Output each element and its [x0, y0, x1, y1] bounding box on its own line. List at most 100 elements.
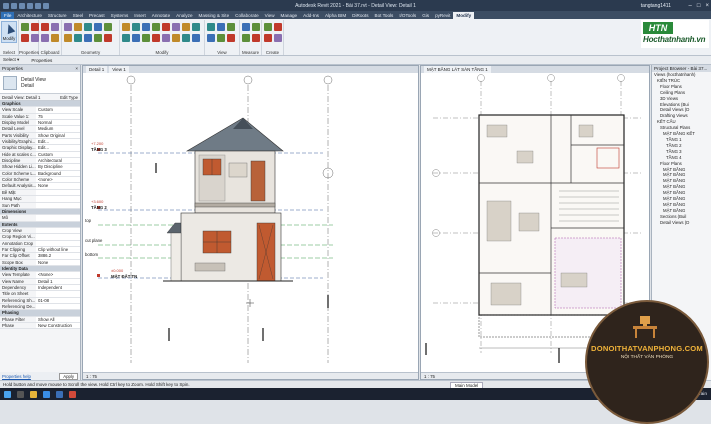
ribbon-tool-icon[interactable] — [51, 34, 59, 42]
property-row[interactable]: Phase New Construction — [0, 323, 80, 330]
browser-item[interactable]: Detail Views (D — [654, 220, 711, 226]
ribbon-tool-icon[interactable] — [192, 23, 200, 31]
properties-label[interactable]: Properties — [31, 58, 52, 63]
property-value[interactable]: Background — [36, 170, 80, 177]
apply-button[interactable]: Apply — [59, 372, 78, 380]
tab-bot-tools[interactable]: Bot Tools — [372, 12, 397, 19]
property-value[interactable]: Custom — [36, 151, 80, 158]
app-icon[interactable] — [69, 390, 76, 398]
tab-steel[interactable]: Steel — [70, 12, 86, 19]
ribbon-tool-icon[interactable] — [74, 23, 82, 31]
ribbon-tool-icon[interactable] — [21, 23, 29, 31]
window-controls[interactable]: – □ × — [689, 3, 709, 9]
tab-add-ins[interactable]: Add-Ins — [300, 12, 322, 19]
ribbon-tool-icon[interactable] — [84, 23, 92, 31]
maximize-icon[interactable]: □ — [697, 3, 701, 9]
tab-precast[interactable]: Precast — [86, 12, 108, 19]
ribbon-tool-icon[interactable] — [182, 23, 190, 31]
windows-start-icon[interactable] — [4, 390, 11, 398]
ribbon-tool-icon[interactable] — [152, 23, 160, 31]
ribbon-tool-icon[interactable] — [51, 23, 59, 31]
plan-view-scale[interactable]: 1 : 75 — [424, 374, 435, 379]
ribbon-tool-icon[interactable] — [31, 34, 39, 42]
property-value[interactable]: 75 — [36, 113, 80, 120]
tab-collaborate[interactable]: Collaborate — [232, 12, 262, 19]
browser-icon[interactable] — [43, 390, 50, 398]
property-value[interactable] — [36, 202, 80, 208]
tab-i-otools[interactable]: I/OTools — [396, 12, 419, 19]
ribbon-tool-icon[interactable] — [252, 23, 260, 31]
tab-view-1[interactable]: View 1 — [109, 66, 129, 73]
property-value[interactable] — [36, 189, 80, 196]
view-scale[interactable]: 1 : 75 — [86, 374, 97, 379]
property-value[interactable] — [36, 304, 80, 310]
ribbon-tool-icon[interactable] — [132, 34, 140, 42]
tab-structure[interactable]: Structure — [45, 12, 70, 19]
ribbon-tool-icon[interactable] — [162, 23, 170, 31]
detail-view-window[interactable]: Detail 1 View 1 TẦNG 3 +7.200 TẦNG 2 +3.… — [82, 65, 419, 380]
property-value[interactable]: Medium — [36, 126, 80, 132]
minimize-icon[interactable]: – — [689, 3, 692, 9]
ribbon-tool-icon[interactable] — [217, 34, 225, 42]
tab-mat-bang[interactable]: MẶT BẰNG LÁT SÀN TẦNG 1 — [424, 66, 491, 73]
ribbon-tool-icon[interactable] — [172, 23, 180, 31]
close-icon[interactable]: × — [75, 65, 78, 72]
plane-label-cut[interactable]: cut plane — [85, 238, 102, 243]
properties-help-link[interactable]: Properties help — [2, 374, 31, 379]
tab-insert[interactable]: Insert — [131, 12, 149, 19]
ribbon-tool-icon[interactable] — [21, 34, 29, 42]
ribbon-tool-icon[interactable] — [104, 23, 112, 31]
ribbon-tool-icon[interactable] — [132, 23, 140, 31]
close-icon[interactable]: × — [705, 3, 709, 9]
ribbon-tool-icon[interactable] — [142, 34, 150, 42]
property-value[interactable] — [36, 227, 80, 234]
property-value[interactable]: <none> — [36, 177, 80, 183]
tab-systems[interactable]: Systems — [108, 12, 132, 19]
ribbon-tool-icon[interactable] — [64, 34, 72, 42]
property-value[interactable] — [36, 234, 80, 240]
search-icon[interactable] — [17, 390, 24, 398]
ribbon-tool-icon[interactable] — [207, 34, 215, 42]
property-value[interactable]: Show Original — [36, 132, 80, 139]
ribbon-tool-icon[interactable] — [152, 34, 160, 42]
ribbon-tool-icon[interactable] — [182, 34, 190, 42]
ribbon-tool-icon[interactable] — [264, 34, 272, 42]
ribbon-tool-icon[interactable] — [192, 34, 200, 42]
tab-view[interactable]: View — [262, 12, 278, 19]
ribbon-tool-icon[interactable] — [274, 23, 282, 31]
ribbon-tool-icon[interactable] — [227, 23, 235, 31]
property-value[interactable] — [36, 291, 80, 297]
property-value[interactable]: Clip without line — [36, 246, 80, 253]
ribbon-tool-icon[interactable] — [31, 23, 39, 31]
tab-detail-1[interactable]: Detail 1 — [86, 66, 108, 73]
property-value[interactable]: 3886.2 — [36, 253, 80, 259]
ribbon-tool-icon[interactable] — [74, 34, 82, 42]
tab-modify[interactable]: Modify — [453, 12, 475, 19]
property-value[interactable]: None — [36, 259, 80, 265]
ribbon-tool-icon[interactable] — [84, 34, 92, 42]
property-value[interactable]: Show All — [36, 316, 80, 323]
tab-massing-site[interactable]: Massing & Site — [196, 12, 233, 19]
ribbon-tool-icon[interactable] — [64, 23, 72, 31]
ribbon-tool-icon[interactable] — [274, 34, 282, 42]
ribbon-tool-icon[interactable] — [264, 23, 272, 31]
ribbon-tool-icon[interactable] — [94, 23, 102, 31]
property-value[interactable]: By Discipline — [36, 164, 80, 170]
ribbon-tool-icon[interactable] — [217, 23, 225, 31]
property-value[interactable]: Edit... — [36, 145, 80, 151]
property-value[interactable] — [36, 215, 80, 221]
instance-selector[interactable]: Detail View: Detail 1 — [2, 94, 40, 100]
property-value[interactable]: Edit... — [36, 139, 80, 145]
ribbon-tool-icon[interactable] — [41, 34, 49, 42]
ribbon-tool-icon[interactable] — [122, 23, 130, 31]
tab-manage[interactable]: Manage — [278, 12, 301, 19]
level-label-tang-2[interactable]: TẦNG 2 — [91, 205, 107, 210]
property-value[interactable]: Normal — [36, 120, 80, 126]
property-value[interactable]: 01-08 — [36, 297, 80, 303]
property-value[interactable] — [36, 196, 80, 202]
tab-file[interactable]: File — [1, 12, 15, 19]
ribbon-tool-icon[interactable] — [252, 34, 260, 42]
ribbon-tool-icon[interactable] — [227, 34, 235, 42]
view-control-bar[interactable]: 1 : 75 — [83, 372, 418, 379]
tab-architecture[interactable]: Architecture — [14, 12, 45, 19]
